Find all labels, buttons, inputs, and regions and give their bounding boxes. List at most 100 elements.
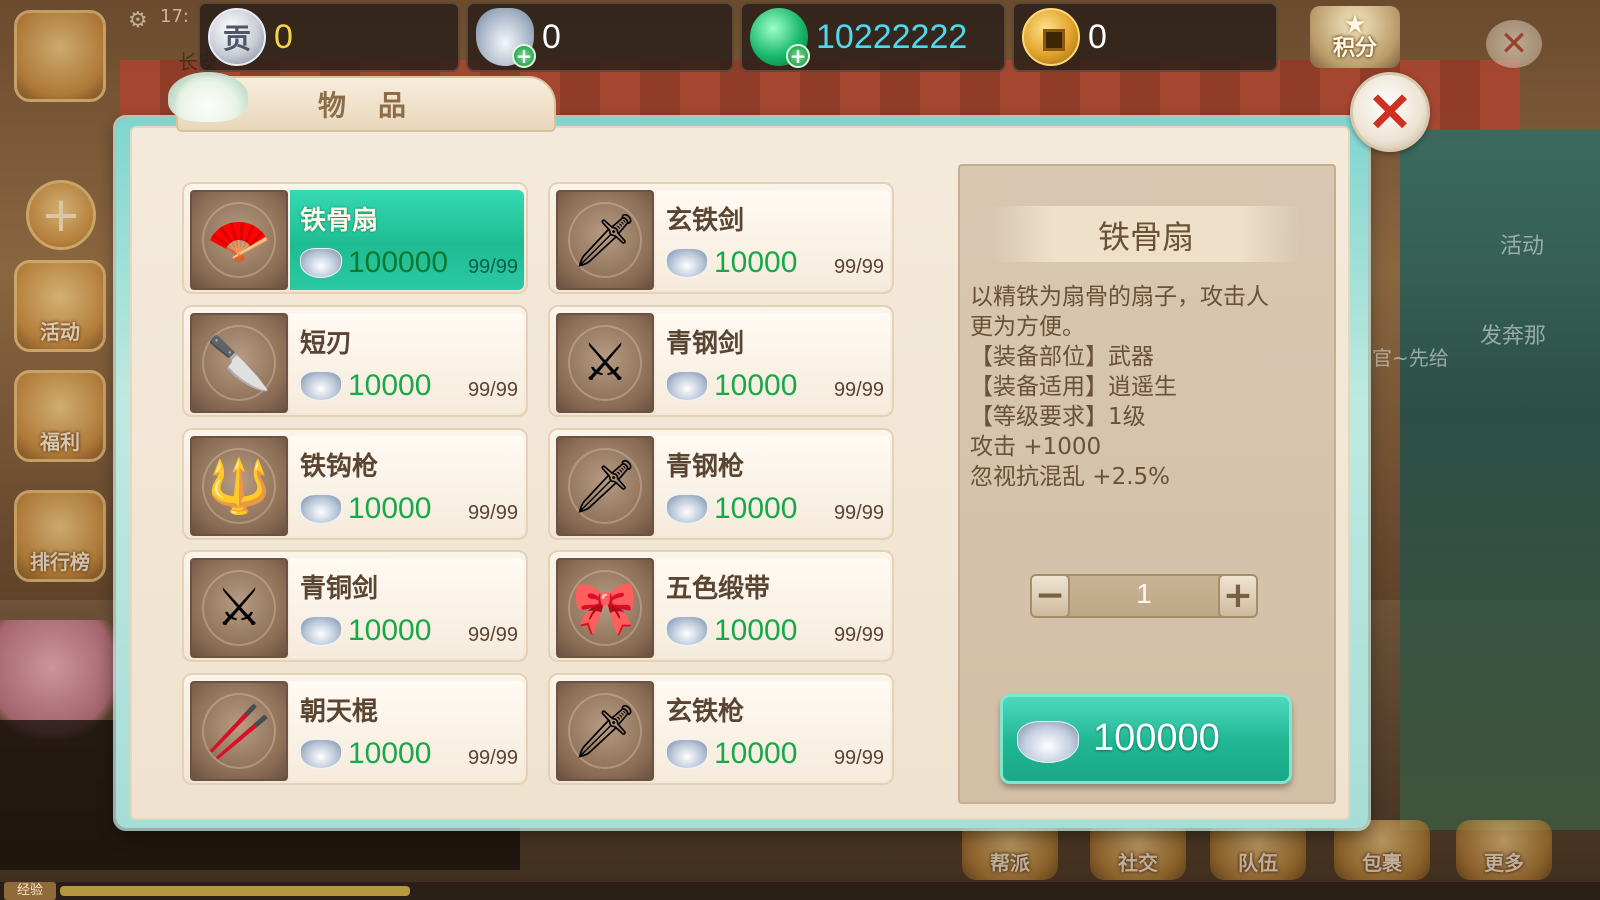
item-info: 铁钩枪 10000 99/99 bbox=[290, 436, 524, 536]
item-card[interactable]: 🗡 玄铁枪 10000 99/99 bbox=[548, 673, 894, 785]
item-stock: 99/99 bbox=[467, 624, 518, 646]
item-glyph: 🗡 bbox=[571, 456, 638, 517]
score-button[interactable]: ★ 积分 bbox=[1310, 6, 1400, 68]
item-price: 10000 bbox=[348, 492, 432, 525]
team-button[interactable]: 队伍 bbox=[1210, 820, 1306, 880]
silver-ingot-icon bbox=[666, 494, 708, 524]
heavenward-staff-icon: 🥢 bbox=[190, 681, 288, 781]
activity-button[interactable]: 活动 bbox=[14, 260, 106, 352]
item-glyph: ⚔ bbox=[581, 333, 629, 393]
item-card[interactable]: 🪭 铁骨扇 100000 99/99 bbox=[182, 182, 528, 294]
activity-label: 活动 bbox=[40, 320, 80, 344]
detail-description: 以精铁为扇骨的扇子，攻击人 更为方便。 【装备部位】武器 【装备适用】逍遥生 【… bbox=[970, 282, 1310, 492]
green-steel-sword-icon: ⚔ bbox=[556, 313, 654, 413]
item-price: 100000 bbox=[348, 246, 449, 279]
item-info: 青钢枪 10000 99/99 bbox=[656, 436, 890, 536]
item-name: 青铜剑 bbox=[300, 574, 379, 604]
copper-currency: 0 bbox=[1012, 2, 1278, 72]
silver-ingot-icon bbox=[300, 616, 342, 646]
silver-ingot-icon bbox=[666, 616, 708, 646]
quantity-plus-button[interactable]: + bbox=[1218, 574, 1258, 618]
copper-value: 0 bbox=[1088, 17, 1107, 56]
expand-plus-button[interactable]: + bbox=[26, 180, 96, 250]
item-price: 10000 bbox=[714, 492, 798, 525]
add-jade-button[interactable]: + bbox=[786, 44, 810, 68]
item-card[interactable]: ⚔ 青铜剑 10000 99/99 bbox=[182, 550, 528, 662]
copper-coin-icon bbox=[1022, 8, 1080, 66]
right-faded-text-1: 发奔那 bbox=[1480, 324, 1547, 349]
item-glyph: 🗡 bbox=[571, 701, 638, 762]
item-stock: 99/99 bbox=[467, 502, 518, 524]
item-card[interactable]: 🔪 短刃 10000 99/99 bbox=[182, 305, 528, 417]
item-price: 10000 bbox=[348, 737, 432, 770]
item-stock: 99/99 bbox=[467, 747, 518, 769]
quantity-minus-button[interactable]: − bbox=[1030, 574, 1070, 618]
green-steel-spear-icon: 🗡 bbox=[556, 436, 654, 536]
item-price: 10000 bbox=[714, 246, 798, 279]
map-button[interactable] bbox=[14, 10, 106, 102]
item-card[interactable]: 🗡 玄铁剑 10000 99/99 bbox=[548, 182, 894, 294]
contribution-value: 0 bbox=[274, 17, 293, 56]
close-button[interactable]: ✕ bbox=[1350, 72, 1430, 152]
buy-button[interactable]: 100000 bbox=[1000, 694, 1292, 784]
item-info: 铁骨扇 100000 99/99 bbox=[290, 190, 524, 290]
item-name: 铁钩枪 bbox=[300, 452, 379, 482]
item-info: 五色缎带 10000 99/99 bbox=[656, 558, 890, 658]
item-glyph: 🔱 bbox=[206, 456, 272, 517]
desc-line: 忽视抗混乱 +2.5% bbox=[970, 464, 1171, 490]
item-card[interactable]: 🗡 青钢枪 10000 99/99 bbox=[548, 428, 894, 540]
item-info: 青钢剑 10000 99/99 bbox=[656, 313, 890, 413]
item-info: 玄铁剑 10000 99/99 bbox=[656, 190, 890, 290]
item-glyph: ⚔ bbox=[215, 578, 263, 638]
black-iron-spear-icon: 🗡 bbox=[556, 681, 654, 781]
silver-ingot-icon bbox=[300, 494, 342, 524]
star-icon: ★ bbox=[1343, 10, 1367, 40]
item-name: 短刃 bbox=[300, 329, 353, 359]
experience-label: 经验 bbox=[4, 882, 56, 900]
item-stock: 99/99 bbox=[833, 747, 884, 769]
item-info: 玄铁枪 10000 99/99 bbox=[656, 681, 890, 781]
contribution-icon bbox=[208, 8, 266, 66]
background-close-icon: ✕ bbox=[1486, 20, 1542, 68]
ranking-button[interactable]: 排行榜 bbox=[14, 490, 106, 582]
detail-item-name: 铁骨扇 bbox=[1097, 218, 1194, 256]
bag-button[interactable]: 包裹 bbox=[1334, 820, 1430, 880]
silver-icon: + bbox=[476, 8, 536, 68]
item-name: 朝天棍 bbox=[300, 697, 379, 727]
team-label: 队伍 bbox=[1238, 851, 1278, 875]
desc-line: 【等级要求】1级 bbox=[970, 404, 1146, 430]
status-time: 17: bbox=[160, 6, 189, 27]
welfare-button[interactable]: 福利 bbox=[14, 370, 106, 462]
item-card[interactable]: ⚔ 青钢剑 10000 99/99 bbox=[548, 305, 894, 417]
item-stock: 99/99 bbox=[833, 379, 884, 401]
item-stock: 99/99 bbox=[833, 624, 884, 646]
quantity-value[interactable]: 1 bbox=[1070, 578, 1218, 610]
silver-ingot-icon bbox=[300, 739, 342, 769]
item-card[interactable]: 🥢 朝天棍 10000 99/99 bbox=[182, 673, 528, 785]
buy-price: 100000 bbox=[1093, 717, 1220, 759]
item-price: 10000 bbox=[714, 614, 798, 647]
jade-value: 10222222 bbox=[816, 17, 968, 56]
more-button[interactable]: 更多 bbox=[1456, 820, 1552, 880]
item-stock: 99/99 bbox=[467, 379, 518, 401]
silver-ingot-icon bbox=[666, 371, 708, 401]
social-label: 社交 bbox=[1118, 851, 1158, 875]
item-info: 青铜剑 10000 99/99 bbox=[290, 558, 524, 658]
more-label: 更多 bbox=[1484, 851, 1524, 875]
settings-gear-icon[interactable]: ⚙ bbox=[128, 8, 148, 33]
item-stock: 99/99 bbox=[833, 502, 884, 524]
guild-button[interactable]: 帮派 bbox=[962, 820, 1058, 880]
experience-fill bbox=[60, 886, 410, 896]
silver-value: 0 bbox=[542, 17, 561, 56]
iron-hook-spear-icon: 🔱 bbox=[190, 436, 288, 536]
item-card[interactable]: 🎀 五色缎带 10000 99/99 bbox=[548, 550, 894, 662]
black-iron-sword-icon: 🗡 bbox=[556, 190, 654, 290]
short-blade-icon: 🔪 bbox=[190, 313, 288, 413]
item-price: 10000 bbox=[348, 369, 432, 402]
jade-currency: + 10222222 bbox=[740, 2, 1006, 72]
add-silver-button[interactable]: + bbox=[512, 44, 536, 68]
item-glyph: 🥢 bbox=[206, 701, 272, 762]
social-button[interactable]: 社交 bbox=[1090, 820, 1186, 880]
item-card[interactable]: 🔱 铁钩枪 10000 99/99 bbox=[182, 428, 528, 540]
desc-line: 【装备适用】逍遥生 bbox=[970, 374, 1177, 400]
